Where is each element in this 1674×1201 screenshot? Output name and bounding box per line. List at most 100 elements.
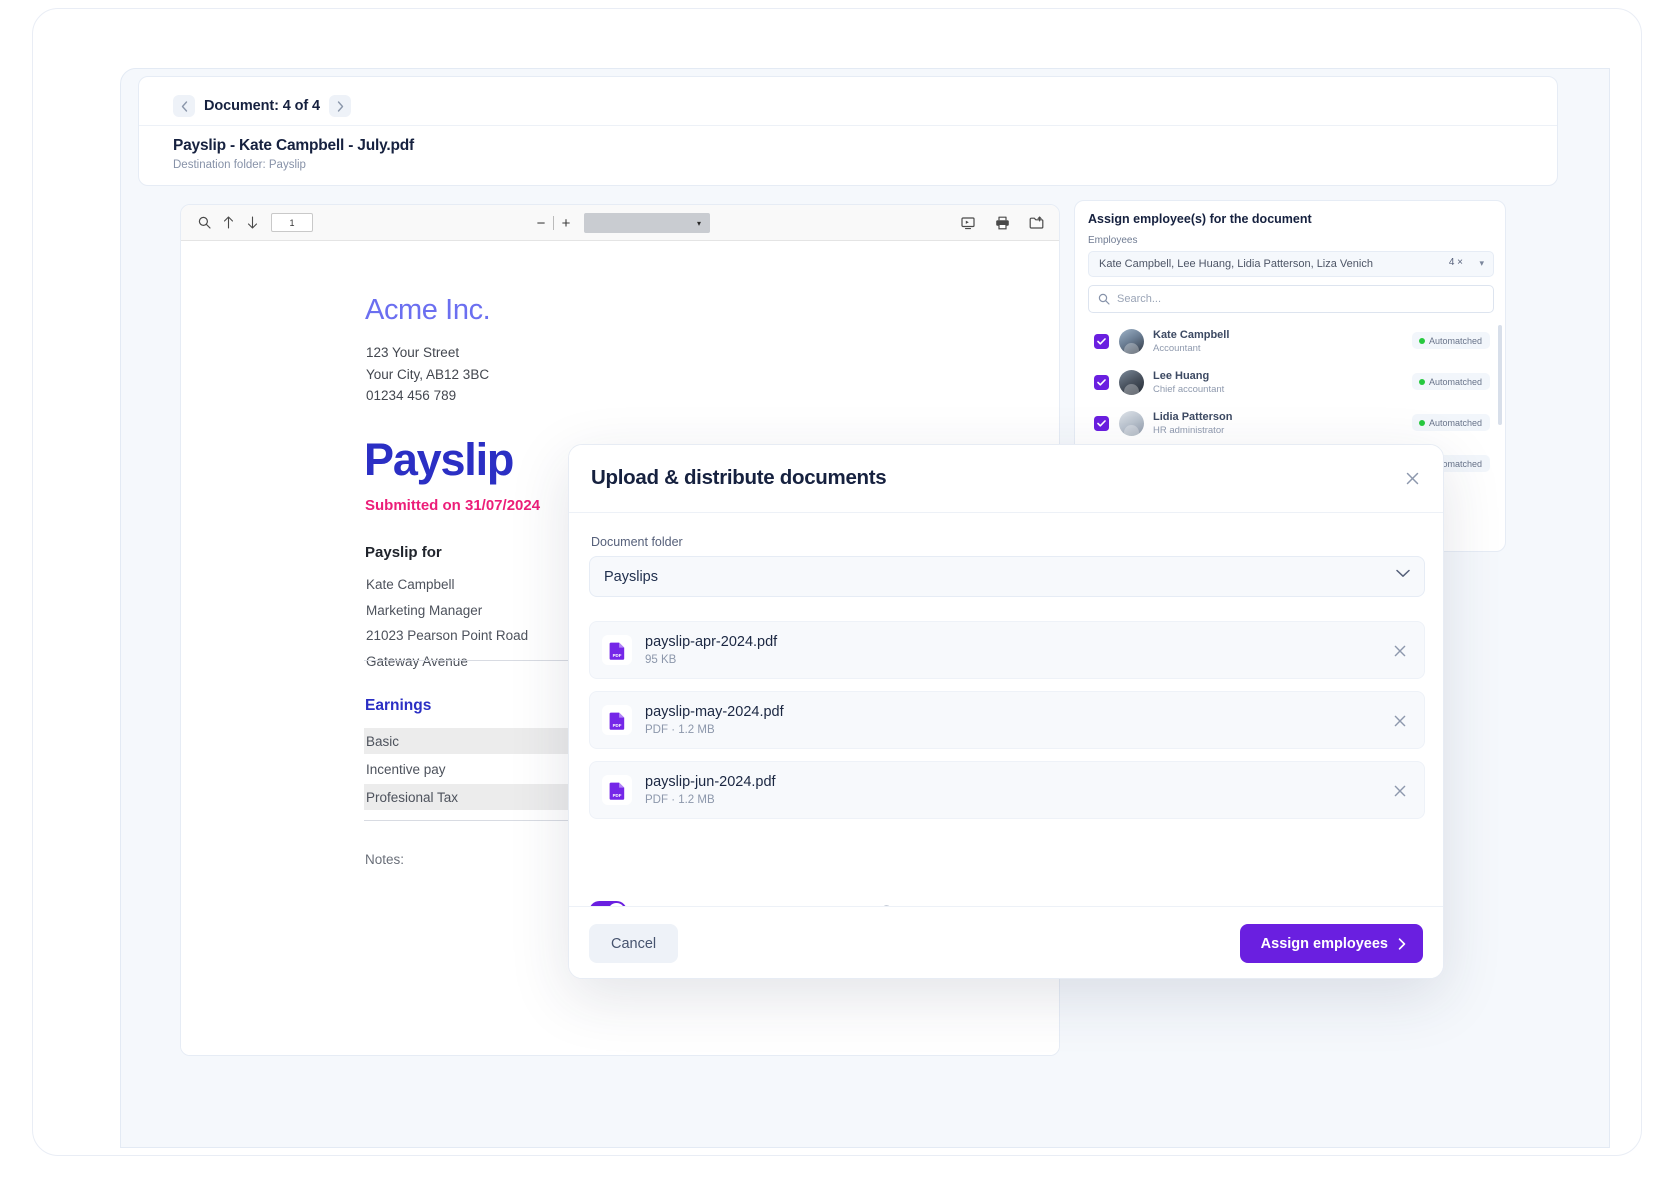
save-to-folder-icon[interactable] — [1027, 214, 1045, 232]
chevron-down-icon — [1396, 569, 1410, 578]
list-item[interactable]: Lee Huang Chief accountant Automatched — [1075, 362, 1505, 403]
employee-role: HR administrator — [1153, 425, 1225, 436]
list-item-text: Lidia Patterson HR administrator — [1153, 410, 1232, 437]
chevron-down-icon: ▾ — [1479, 258, 1484, 268]
page-number-input[interactable] — [271, 213, 313, 232]
employee-address-line: Gateway Avenue — [366, 653, 468, 669]
toolbar-divider — [553, 216, 554, 230]
status-badge-label: Automatched — [1428, 417, 1482, 428]
document-folder-select[interactable]: Payslips — [589, 556, 1425, 597]
employees-select[interactable]: Kate Campbell, Lee Huang, Lidia Patterso… — [1088, 251, 1494, 277]
selected-count-badge[interactable]: 4 × — [1449, 257, 1463, 268]
pdf-toolbar-right — [959, 205, 1045, 241]
status-badge-label: Automatched — [1428, 335, 1482, 346]
document-folder-label: Document folder — [591, 535, 683, 549]
list-item-text: Lee Huang Chief accountant — [1153, 369, 1224, 396]
employee-name: Lee Huang — [1153, 370, 1210, 382]
close-icon[interactable] — [1390, 781, 1410, 801]
search-icon[interactable] — [195, 214, 213, 232]
file-size: PDF · 1.2 MB — [645, 793, 715, 806]
status-badge-label: Automatched — [1428, 376, 1482, 387]
search-icon — [1098, 293, 1110, 305]
assign-employees-button[interactable]: Assign employees — [1239, 924, 1423, 963]
pdf-zoom-controls: − + ▾ — [533, 205, 710, 241]
employee-search-input[interactable]: Search... — [1088, 285, 1494, 313]
company-name: Acme Inc. — [365, 294, 491, 326]
svg-text:PDF: PDF — [612, 793, 621, 798]
payslip-for-title: Payslip for — [365, 544, 442, 561]
file-size: PDF · 1.2 MB — [645, 723, 715, 736]
cancel-button[interactable]: Cancel — [589, 924, 679, 963]
svg-text:PDF: PDF — [612, 723, 621, 728]
zoom-level-select[interactable]: ▾ — [584, 213, 710, 233]
avatar — [1119, 370, 1144, 395]
avatar — [1119, 329, 1144, 354]
employee-role: Marketing Manager — [366, 602, 483, 618]
zoom-in-button[interactable]: + — [558, 213, 574, 233]
printer-icon[interactable] — [993, 214, 1011, 232]
file-meta: payslip-apr-2024.pdf 95 KB — [645, 633, 777, 668]
payslip-heading: Payslip — [364, 434, 514, 485]
status-dot-icon — [1418, 337, 1425, 344]
employee-role: Chief accountant — [1153, 384, 1225, 395]
chevron-down-icon: ▾ — [696, 218, 701, 228]
list-item[interactable]: Lidia Patterson HR administrator Automat… — [1075, 403, 1505, 444]
file-row[interactable]: PDF payslip-may-2024.pdf PDF · 1.2 MB — [589, 691, 1425, 749]
list-item-text: Kate Campbell Accountant — [1153, 328, 1229, 355]
upload-distribute-modal: Upload & distribute documents Document f… — [568, 444, 1444, 979]
close-icon[interactable] — [1390, 641, 1410, 661]
file-row[interactable]: PDF payslip-apr-2024.pdf 95 KB — [589, 621, 1425, 679]
modal-title: Upload & distribute documents — [591, 466, 887, 489]
close-icon[interactable] — [1390, 711, 1410, 731]
file-row[interactable]: PDF payslip-jun-2024.pdf PDF · 1.2 MB — [589, 761, 1425, 819]
close-icon[interactable] — [1401, 467, 1423, 489]
arrow-up-icon[interactable] — [219, 214, 237, 232]
file-meta: payslip-may-2024.pdf PDF · 1.2 MB — [645, 703, 784, 738]
checkbox-checked-icon[interactable] — [1094, 334, 1109, 349]
chevron-right-icon — [1398, 937, 1406, 950]
employee-name: Kate Campbell — [366, 577, 455, 592]
chevron-left-icon[interactable] — [173, 95, 195, 117]
file-size: 95 KB — [645, 653, 677, 666]
status-badge: Automatched — [1411, 332, 1490, 349]
file-name: payslip-jun-2024.pdf — [645, 773, 776, 790]
document-pager-label: Document: 4 of 4 — [204, 98, 321, 114]
pdf-file-icon: PDF — [602, 705, 632, 735]
presentation-icon[interactable] — [959, 214, 977, 232]
list-scrollbar[interactable] — [1498, 325, 1502, 425]
status-dot-icon — [1418, 419, 1425, 426]
pdf-toolbar-left — [195, 213, 313, 232]
address-line: 123 Your Street — [366, 345, 460, 360]
status-badge: Automatched — [1411, 373, 1490, 390]
pdf-toolbar: − + ▾ — [181, 205, 1059, 241]
employees-selected-value: Kate Campbell, Lee Huang, Lidia Patterso… — [1099, 258, 1373, 270]
list-item[interactable]: Kate Campbell Accountant Automatched — [1075, 321, 1505, 362]
modal-header: Upload & distribute documents — [569, 445, 1443, 513]
status-dot-icon — [1418, 378, 1425, 385]
checkbox-checked-icon[interactable] — [1094, 375, 1109, 390]
pdf-file-icon: PDF — [602, 775, 632, 805]
employee-name: Kate Campbell — [1153, 329, 1230, 341]
screenshot-root: Document: 4 of 4 Payslip - Kate Campbell… — [0, 0, 1674, 1201]
checkbox-checked-icon[interactable] — [1094, 416, 1109, 431]
employees-field-label: Employees — [1088, 235, 1138, 246]
employee-role: Accountant — [1153, 343, 1201, 354]
earnings-title: Earnings — [365, 697, 432, 714]
chevron-right-icon[interactable] — [329, 95, 352, 117]
zoom-out-button[interactable]: − — [533, 213, 549, 233]
arrow-down-icon[interactable] — [243, 214, 261, 232]
address-line: Your City, AB12 3BC — [366, 366, 490, 382]
modal-footer: Cancel Assign employees — [569, 906, 1443, 978]
assign-employees-label: Assign employees — [1260, 935, 1388, 952]
modal-body: Document folder Payslips PDF payslip-apr… — [569, 513, 1443, 960]
company-address: 123 Your Street Your City, AB12 3BC 0123… — [366, 342, 489, 407]
pdf-file-icon: PDF — [602, 635, 632, 665]
payslip-for-details: Kate Campbell Marketing Manager 21023 Pe… — [366, 572, 528, 674]
status-badge: Automatched — [1411, 414, 1490, 431]
submitted-date: Submitted on 31/07/2024 — [365, 497, 541, 514]
document-pager: Document: 4 of 4 — [173, 91, 352, 121]
employee-address-line: 21023 Pearson Point Road — [366, 628, 529, 643]
file-name: payslip-apr-2024.pdf — [645, 633, 778, 650]
notes-label: Notes: — [365, 852, 405, 867]
svg-text:PDF: PDF — [612, 653, 621, 658]
